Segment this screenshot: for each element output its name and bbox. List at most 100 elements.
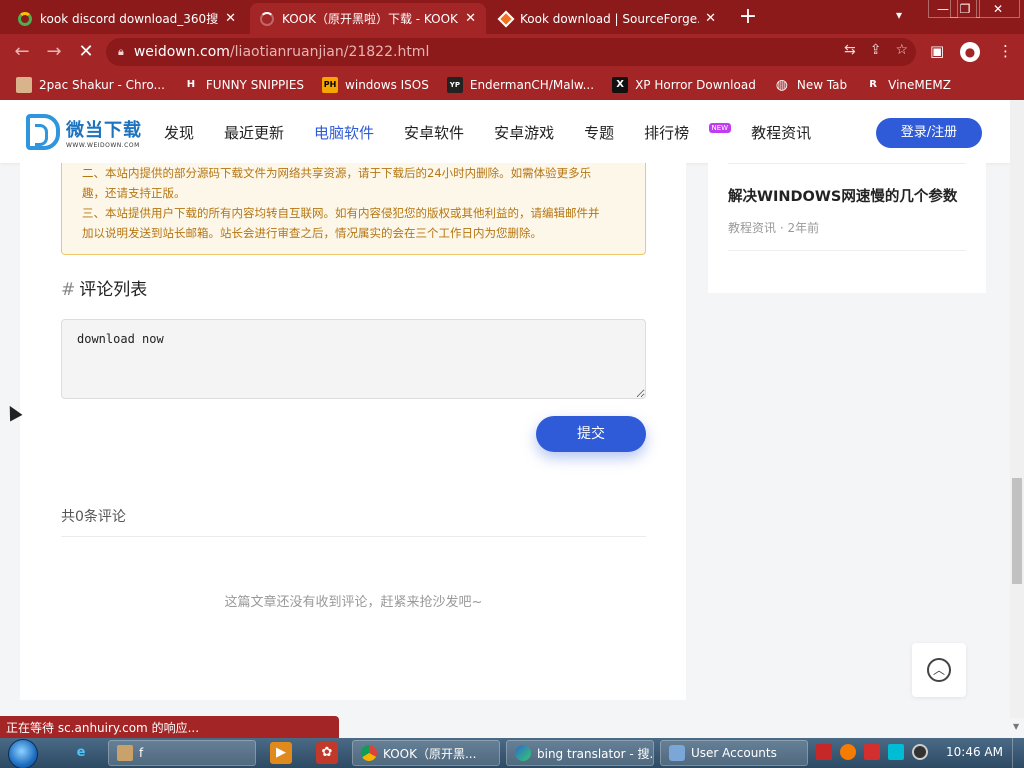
bookmark-xp-horror[interactable]: X XP Horror Download: [612, 77, 756, 93]
article-category[interactable]: 教程资讯: [728, 221, 776, 235]
menu-kebab-icon[interactable]: ⋮: [998, 42, 1013, 60]
taskbar-clock[interactable]: 10:46 AM: [946, 745, 1003, 759]
browser-status-bar: 正在等待 sc.anhuiry.com 的响应...: [0, 716, 339, 738]
logo-text-cn: 微当下载: [66, 119, 142, 141]
bookmark-star-icon[interactable]: ☆: [895, 42, 908, 58]
scroll-down-arrow-icon[interactable]: ▼: [1013, 722, 1019, 731]
submit-comment-button[interactable]: 提交: [536, 416, 646, 452]
address-bar[interactable]: 🔒︎ weidown.com/liaotianruanjian/21822.ht…: [106, 38, 916, 66]
nav-rankings[interactable]: 排行榜 NEW: [644, 122, 732, 143]
bookmark-2pac[interactable]: 2pac Shakur - Chro...: [16, 77, 165, 93]
bookmark-label: New Tab: [796, 78, 848, 92]
tab-title: Kook download | SourceForge.ne: [520, 11, 700, 26]
bookmark-new-tab[interactable]: ◍ New Tab: [774, 77, 847, 93]
taskbar-item-folder[interactable]: f: [108, 740, 256, 766]
tray-volume-icon[interactable]: [912, 744, 928, 760]
x-icon: X: [612, 77, 629, 93]
bookmark-endermanch[interactable]: YP EndermanCH/Malw...: [446, 77, 594, 93]
new-tab-button[interactable]: +: [736, 4, 760, 29]
nav-android-games[interactable]: 安卓游戏: [494, 122, 554, 143]
back-arrow-icon[interactable]: ←: [10, 40, 34, 64]
media-player-icon[interactable]: ▶: [270, 742, 292, 764]
yp-icon: YP: [446, 77, 463, 93]
sidebar-article-card: 解决WINDOWS网速慢的几个参数 教程资讯 · 2年前: [708, 163, 986, 293]
arrow-up-icon: ︿: [927, 658, 951, 682]
site-logo[interactable]: 微当下载 WWW.WEIDOWN.COM: [26, 114, 142, 150]
close-tab-icon[interactable]: ✕: [465, 11, 476, 26]
360-search-icon: [18, 11, 32, 26]
tab-search-icon[interactable]: ▾: [896, 8, 902, 22]
tray-flag-icon[interactable]: [864, 744, 880, 760]
paint-app-icon[interactable]: ✿: [316, 742, 338, 764]
edge-icon: [515, 745, 531, 761]
nav-topics[interactable]: 专题: [584, 122, 614, 143]
sidebar-article-title[interactable]: 解决WINDOWS网速慢的几个参数: [728, 185, 957, 206]
tray-v-icon[interactable]: [816, 744, 832, 760]
bookmark-funny-snippies[interactable]: H FUNNY SNIPPIES: [183, 77, 304, 93]
login-register-button[interactable]: 登录/注册: [876, 118, 982, 148]
back-to-top-button[interactable]: ︿: [912, 643, 966, 697]
tab-title: KOOK（原开黑啦）下载 - KOOK: [282, 12, 458, 26]
sidebar-toggle-icon[interactable]: ▣: [930, 42, 944, 60]
share-icon[interactable]: ⇪: [870, 42, 882, 58]
bookmark-label: VineMEMZ: [888, 78, 951, 92]
forward-arrow-icon[interactable]: →: [42, 40, 66, 64]
bookmark-windows-isos[interactable]: PH windows ISOS: [322, 77, 429, 93]
taskbar-item-label: User Accounts: [691, 746, 777, 760]
nav-android-software[interactable]: 安卓软件: [404, 122, 464, 143]
windows-taskbar: e f ▶ ✿ KOOK（原开黑... bing translator - 搜.…: [0, 738, 1024, 768]
show-desktop-button[interactable]: [1012, 738, 1024, 768]
lock-icon: 🔒︎: [118, 45, 124, 58]
profile-avatar-icon[interactable]: ●: [960, 42, 980, 62]
comment-input[interactable]: [61, 319, 646, 399]
divider: [728, 250, 966, 251]
comments-title-text: 评论列表: [79, 280, 148, 300]
bookmark-vinememz[interactable]: R VineMEMZ: [865, 77, 951, 93]
taskbar-item-label: bing translator - 搜...: [537, 746, 654, 761]
comments-section-title: # 评论列表: [61, 275, 147, 300]
close-tab-icon[interactable]: ✕: [705, 11, 716, 26]
nav-recent-updates[interactable]: 最近更新: [224, 122, 284, 143]
divider: [728, 163, 966, 164]
tab-360-search[interactable]: kook discord download_360搜索 ✕: [8, 3, 246, 34]
stop-loading-icon[interactable]: ✕: [74, 40, 98, 64]
bookmark-label: XP Horror Download: [635, 78, 756, 92]
taskbar-item-user-accounts[interactable]: User Accounts: [660, 740, 808, 766]
taskbar-item-edge[interactable]: bing translator - 搜...: [506, 740, 654, 766]
bookmarks-bar: 2pac Shakur - Chro... H FUNNY SNIPPIES PH…: [0, 70, 1024, 100]
notice-line: 二、本站内提供的部分源码下载文件为网络共享资源，请于下载后的24小时内删除。如需…: [82, 166, 592, 180]
nav-pc-software[interactable]: 电脑软件: [314, 122, 374, 143]
url-path: /liaotianruanjian/21822.html: [229, 44, 430, 60]
tray-monitor-icon[interactable]: [888, 744, 904, 760]
loading-spinner-icon: [260, 11, 274, 26]
page-scrollbar[interactable]: ▼: [1010, 100, 1024, 731]
tab-kook-weidown[interactable]: KOOK（原开黑啦）下载 - KOOK ✕: [250, 3, 486, 34]
tab-sourceforge[interactable]: Kook download | SourceForge.ne ✕: [490, 3, 726, 34]
article-content-card: 二、本站内提供的部分源码下载文件为网络共享资源，请于下载后的24小时内删除。如需…: [20, 163, 686, 700]
site-header: 微当下载 WWW.WEIDOWN.COM 发现 最近更新 电脑软件 安卓软件 安…: [0, 100, 1010, 163]
browser-toolbar: ← → ✕ 🔒︎ weidown.com/liaotianruanjian/21…: [0, 34, 1024, 70]
tab-strip: kook discord download_360搜索 ✕ KOOK（原开黑啦）…: [0, 0, 1024, 34]
start-button[interactable]: [8, 739, 38, 768]
chrome-icon: [361, 745, 377, 761]
user-accounts-icon: [669, 745, 685, 761]
bookmark-label: 2pac Shakur - Chro...: [39, 78, 165, 92]
nav-discover[interactable]: 发现: [164, 122, 194, 143]
internet-explorer-icon[interactable]: e: [70, 742, 92, 764]
close-window-button[interactable]: ✕: [976, 0, 1020, 18]
main-nav: 发现 最近更新 电脑软件 安卓软件 安卓游戏 专题 排行榜 NEW 教程资讯: [164, 122, 841, 143]
taskbar-item-chrome[interactable]: KOOK（原开黑...: [352, 740, 500, 766]
new-badge: NEW: [708, 123, 732, 133]
tab-title: kook discord download_360搜索: [40, 12, 220, 26]
system-tray: [816, 744, 928, 760]
translate-icon[interactable]: ⇆: [844, 42, 856, 58]
notice-line: 趣，还请支持正版。: [82, 186, 186, 200]
taskbar-item-label: KOOK（原开黑...: [383, 746, 477, 761]
nav-tutorials[interactable]: 教程资讯: [751, 122, 811, 143]
scrollbar-thumb[interactable]: [1012, 478, 1022, 584]
close-tab-icon[interactable]: ✕: [225, 11, 236, 26]
tray-search-icon[interactable]: [840, 744, 856, 760]
hash-mark: #: [61, 280, 76, 300]
nav-rankings-label: 排行榜: [644, 124, 690, 142]
sourceforge-icon: [497, 10, 515, 27]
